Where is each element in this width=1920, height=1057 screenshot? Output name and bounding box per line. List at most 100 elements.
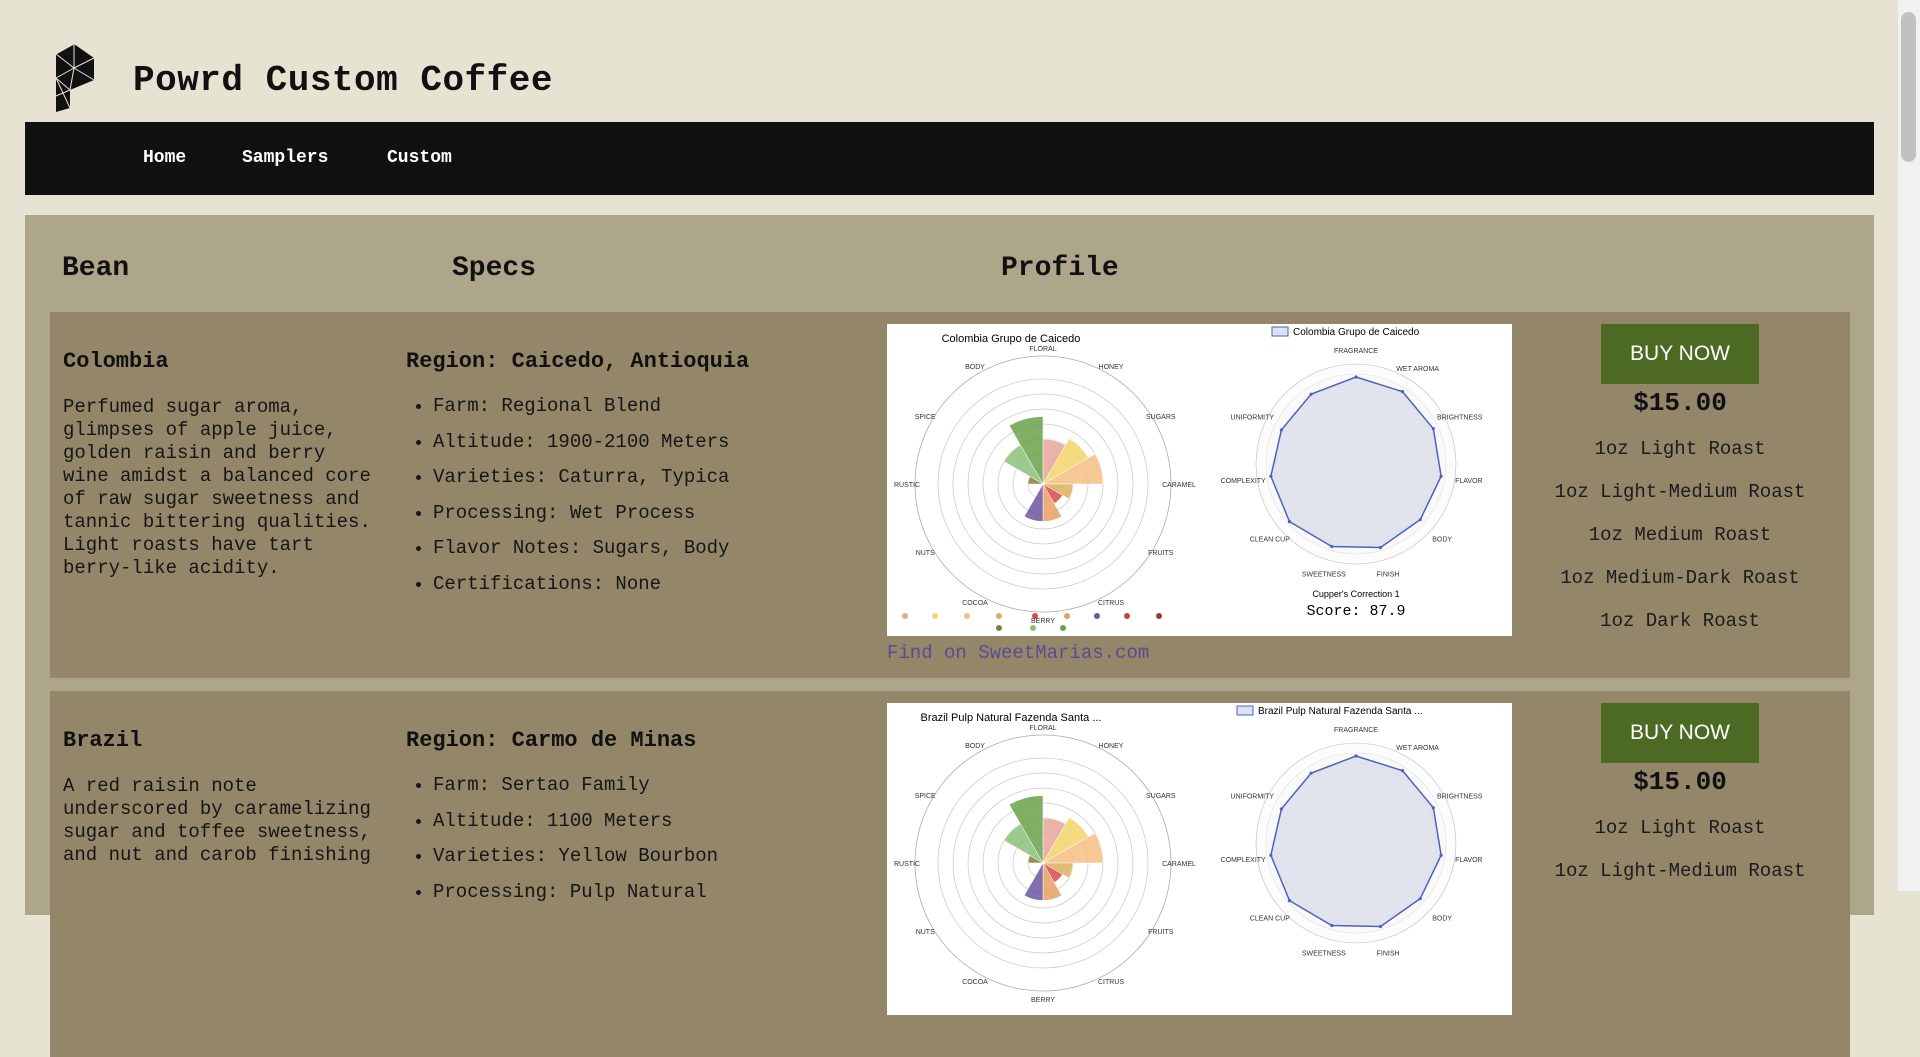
product-list: Bean Specs Profile Colombia Perfumed sug… bbox=[25, 215, 1874, 1057]
wheel-category-label: SUGARS bbox=[1146, 414, 1176, 421]
region: Region: Carmo de Minas bbox=[406, 728, 697, 753]
scrollbar-thumb[interactable] bbox=[1901, 12, 1916, 162]
wheel-category-label: NUTS bbox=[916, 550, 935, 557]
flavor-charts: Colombia Grupo de Caicedo Colombia Grupo… bbox=[894, 326, 1483, 631]
radar-point bbox=[1378, 924, 1383, 929]
sweetmarias-link[interactable]: Find on SweetMarias.com bbox=[887, 642, 1149, 664]
bean-name: Brazil bbox=[63, 728, 143, 753]
wheel-category-label: RUSTIC bbox=[894, 482, 920, 489]
cupping-radar: FRAGRANCE WET AROMA BRIGHTNESS FLAVOR BODY FI… bbox=[1221, 348, 1483, 578]
radar-point bbox=[1439, 474, 1443, 478]
powrd-logo-icon bbox=[55, 44, 95, 112]
radar-legend-label: Brazil Pulp Natural Fazenda Santa ... bbox=[1258, 706, 1423, 717]
roast-option[interactable]: 1oz Light-Medium Roast bbox=[1550, 860, 1810, 882]
radar-category-label: BODY bbox=[1432, 916, 1452, 923]
radar-point bbox=[1431, 806, 1435, 810]
radar-legend-swatch bbox=[1236, 705, 1254, 716]
radar-point bbox=[1354, 754, 1358, 758]
radar-legend-label: Colombia Grupo de Caicedo bbox=[1293, 327, 1420, 338]
price: $15.00 bbox=[1633, 388, 1727, 418]
wheel-slice-berry bbox=[1023, 483, 1044, 522]
radar-category-label: FINISH bbox=[1377, 950, 1400, 957]
site-title: Powrd Custom Coffee bbox=[133, 60, 553, 101]
wheel-category-label: FRUITS bbox=[1148, 929, 1174, 936]
radar-category-label: FLAVOR bbox=[1455, 478, 1483, 485]
wheel-category-label: NUTS bbox=[916, 929, 935, 936]
radar-point bbox=[1269, 853, 1273, 857]
wheel-category-label: BODY bbox=[965, 364, 985, 371]
roast-option[interactable]: 1oz Light-Medium Roast bbox=[1550, 481, 1810, 503]
roast-option[interactable]: 1oz Medium Roast bbox=[1550, 524, 1810, 546]
flavor-wheel-title: Colombia Grupo de Caicedo bbox=[942, 333, 1081, 345]
spec-processing: Processing: Wet Process bbox=[433, 501, 729, 537]
radar-point bbox=[1400, 769, 1405, 773]
radar-category-label: WET AROMA bbox=[1396, 366, 1439, 373]
wheel-category-label: CITRUS bbox=[1098, 979, 1124, 986]
radar-point bbox=[1400, 390, 1405, 394]
spec-varieties: Varieties: Caturra, Typica bbox=[433, 465, 729, 501]
buy-now-button[interactable]: BUY NOW bbox=[1601, 324, 1759, 384]
spec-list: Farm: Sertao Family Altitude: 1100 Meter… bbox=[406, 773, 718, 915]
radar-category-label: BRIGHTNESS bbox=[1437, 794, 1483, 801]
nav-samplers[interactable]: Samplers bbox=[242, 148, 328, 168]
radar-category-label: FLAVOR bbox=[1455, 857, 1483, 864]
bean-description: A red raisin note underscored by caramel… bbox=[63, 775, 371, 866]
nav-home[interactable]: Home bbox=[143, 148, 186, 168]
radar-category-label: BODY bbox=[1432, 537, 1452, 544]
wheel-category-label: SPICE bbox=[915, 793, 936, 800]
spec-varieties: Varieties: Yellow Bourbon bbox=[433, 844, 718, 880]
radar-category-label: CLEAN CUP bbox=[1250, 916, 1290, 923]
wheel-category-label: HONEY bbox=[1099, 364, 1124, 371]
radar-category-label: UNIFORMITY bbox=[1231, 794, 1275, 801]
flavor-wheel: FLORAL HONEY SUGARS CARAMEL FRUITS CITRUS BERR… bbox=[894, 346, 1196, 625]
spec-certifications: Certifications: None bbox=[433, 572, 729, 608]
spec-altitude: Altitude: 1100 Meters bbox=[433, 809, 718, 845]
radar-point bbox=[1279, 807, 1284, 811]
spec-processing: Processing: Pulp Natural bbox=[433, 880, 718, 916]
cupping-radar: FRAGRANCE WET AROMA BRIGHTNESS FLAVOR BODY FI… bbox=[1221, 727, 1483, 957]
wheel-category-label: CARAMEL bbox=[1162, 482, 1196, 489]
wheel-category-label: BERRY bbox=[1031, 997, 1055, 1004]
bean-description: Perfumed sugar aroma, glimpses of apple … bbox=[63, 396, 371, 579]
page-scrollbar[interactable] bbox=[1897, 0, 1920, 891]
flavor-wheel-title: Brazil Pulp Natural Fazenda Santa ... bbox=[921, 712, 1102, 724]
wheel-category-label: SPICE bbox=[915, 414, 936, 421]
buy-now-button[interactable]: BUY NOW bbox=[1601, 703, 1759, 763]
radar-point bbox=[1287, 520, 1292, 524]
roast-option[interactable]: 1oz Light Roast bbox=[1550, 438, 1810, 460]
wheel-slice-berry bbox=[1023, 862, 1044, 901]
bean-name: Colombia bbox=[63, 349, 169, 374]
spec-flavor-notes: Flavor Notes: Sugars, Body bbox=[433, 536, 729, 572]
flavor-profile-image: Brazil Pulp Natural Fazenda Santa ... Br… bbox=[887, 703, 1512, 1015]
wheel-category-label: COCOA bbox=[962, 600, 988, 607]
radar-point bbox=[1287, 899, 1292, 903]
column-header-profile: Profile bbox=[1001, 253, 1119, 284]
radar-point bbox=[1269, 474, 1273, 478]
nav-custom[interactable]: Custom bbox=[387, 148, 452, 168]
wheel-category-label: RUSTIC bbox=[894, 861, 920, 868]
radar-category-label: CLEAN CUP bbox=[1250, 537, 1290, 544]
roast-option[interactable]: 1oz Medium-Dark Roast bbox=[1550, 567, 1810, 589]
wheel-category-label: FLORAL bbox=[1029, 725, 1056, 732]
wheel-category-label: FLORAL bbox=[1029, 346, 1056, 353]
region: Region: Caicedo, Antioquia bbox=[406, 349, 750, 374]
radar-point bbox=[1418, 518, 1422, 522]
flavor-profile-image: Colombia Grupo de Caicedo Colombia Grupo… bbox=[887, 324, 1512, 636]
radar-category-label: FRAGRANCE bbox=[1334, 348, 1378, 355]
radar-legend-swatch bbox=[1271, 326, 1289, 337]
flavor-wheel: FLORAL HONEY SUGARS CARAMEL FRUITS CITRUS BERR… bbox=[894, 725, 1196, 1004]
radar-category-label: FINISH bbox=[1377, 571, 1400, 578]
radar-point bbox=[1439, 853, 1443, 857]
radar-point bbox=[1378, 545, 1383, 550]
radar-category-label: COMPLEXITY bbox=[1221, 857, 1266, 864]
roast-option[interactable]: 1oz Light Roast bbox=[1550, 817, 1810, 839]
price: $15.00 bbox=[1633, 767, 1727, 797]
radar-category-label: UNIFORMITY bbox=[1231, 415, 1275, 422]
radar-category-label: BRIGHTNESS bbox=[1437, 415, 1483, 422]
cupping-score: Score: 87.9 bbox=[1306, 603, 1405, 620]
radar-point bbox=[1354, 375, 1358, 379]
radar-point bbox=[1418, 897, 1422, 901]
roast-option[interactable]: 1oz Dark Roast bbox=[1550, 610, 1810, 632]
wheel-category-label: BODY bbox=[965, 743, 985, 750]
product-row: Brazil A red raisin note underscored by … bbox=[50, 691, 1850, 1057]
